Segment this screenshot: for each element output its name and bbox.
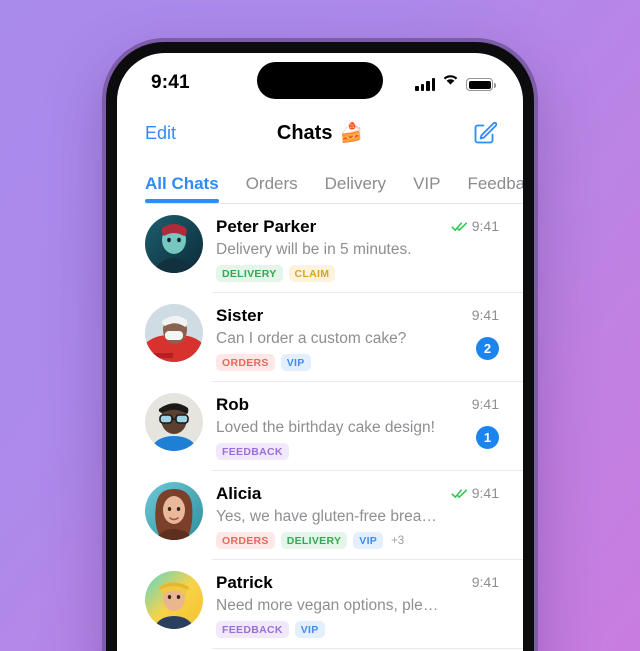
- chat-meta-top: 9:41: [472, 307, 499, 323]
- phone-screen: 9:41 Edit Chats 🍰 All Chats Orders Deliv…: [117, 53, 523, 651]
- read-receipt-icon: [451, 488, 467, 498]
- chat-item-meta: 9:41 1: [447, 393, 499, 449]
- phone-device: 9:41 Edit Chats 🍰 All Chats Orders Deliv…: [102, 38, 538, 651]
- avatar[interactable]: [145, 393, 203, 451]
- chat-item-content: Rob Loved the birthday cake design! FEED…: [216, 393, 439, 460]
- chat-contact-name: Sister: [216, 306, 264, 325]
- page-title: Chats 🍰: [277, 121, 363, 145]
- phone-bezel: 9:41 Edit Chats 🍰 All Chats Orders Deliv…: [106, 42, 534, 651]
- status-bar-icons: [415, 73, 496, 91]
- chat-item-meta: 9:41: [447, 215, 499, 234]
- page-title-label: Chats: [276, 121, 333, 144]
- chat-item-content: Peter Parker Delivery will be in 5 minut…: [216, 215, 439, 282]
- chat-timestamp: 9:41: [471, 574, 499, 590]
- chat-list-item[interactable]: Sister Can I order a custom cake? ORDERS…: [117, 293, 523, 382]
- chat-tag-feedback: FEEDBACK: [216, 443, 289, 460]
- avatar[interactable]: [145, 215, 203, 273]
- read-receipt-icon: [451, 221, 467, 231]
- chat-contact-name: Alicia: [216, 484, 262, 503]
- tab-feedback[interactable]: Feedback: [467, 174, 523, 203]
- chat-list-item[interactable]: Patrick Need more vegan options, please.…: [117, 560, 523, 649]
- chat-tag-overflow: +3: [391, 534, 405, 547]
- wifi-icon: [442, 73, 459, 91]
- tab-orders[interactable]: Orders: [246, 174, 298, 203]
- chat-tag-row: ORDERS DELIVERY VIP +3: [216, 532, 439, 549]
- dynamic-island: [257, 62, 383, 99]
- chat-tag-claim: CLAIM: [288, 265, 336, 282]
- chat-item-content: Sister Can I order a custom cake? ORDERS…: [216, 304, 439, 371]
- navigation-bar: Edit Chats 🍰: [117, 107, 523, 159]
- chat-tag-vip: VIP: [280, 354, 311, 371]
- cellular-signal-icon: [415, 78, 435, 91]
- compose-button[interactable]: [471, 120, 497, 146]
- chat-tag-delivery: DELIVERY: [280, 532, 348, 549]
- chat-timestamp: 9:41: [471, 485, 499, 501]
- chat-message-preview: Loved the birthday cake design!: [216, 419, 435, 436]
- chat-timestamp: 9:41: [471, 307, 499, 323]
- chat-tag-row: FEEDBACK VIP: [216, 621, 439, 638]
- chat-list-item[interactable]: Rob Loved the birthday cake design! FEED…: [117, 382, 523, 471]
- chat-tag-row: ORDERS VIP: [216, 354, 439, 371]
- tab-all-chats[interactable]: All Chats: [145, 174, 219, 203]
- chat-message-preview: Can I order a custom cake?: [216, 330, 407, 347]
- status-bar-time: 9:41: [151, 72, 190, 93]
- status-bar: 9:41: [117, 53, 523, 107]
- chat-tag-vip: VIP: [294, 621, 325, 638]
- chat-item-content: Alicia Yes, we have gluten-free bread av…: [216, 482, 439, 549]
- cake-emoji-icon: 🍰: [339, 123, 364, 144]
- avatar[interactable]: [145, 304, 203, 362]
- chat-message-preview: Yes, we have gluten-free bread available…: [216, 508, 439, 525]
- compose-pencil-icon: [474, 121, 497, 144]
- chat-meta-top: 9:41: [472, 396, 499, 412]
- chat-tag-orders: ORDERS: [216, 354, 275, 371]
- edit-button[interactable]: Edit: [145, 123, 176, 144]
- chat-item-meta: 9:41: [447, 482, 499, 501]
- chat-meta-top: 9:41: [451, 485, 499, 501]
- chat-tag-feedback: FEEDBACK: [216, 621, 289, 638]
- chat-item-content: Patrick Need more vegan options, please.…: [216, 571, 439, 638]
- tab-bar[interactable]: All Chats Orders Delivery VIP Feedback E: [117, 159, 523, 203]
- chat-item-meta: 9:41 2: [447, 304, 499, 360]
- chat-timestamp: 9:41: [471, 218, 499, 234]
- chat-message-preview: Need more vegan options, please.: [216, 597, 439, 614]
- chat-contact-name: Rob: [216, 395, 250, 414]
- chat-tag-delivery: DELIVERY: [216, 265, 283, 282]
- chat-tag-row: FEEDBACK: [216, 443, 439, 460]
- avatar[interactable]: [145, 571, 203, 629]
- chat-item-meta: 9:41: [447, 571, 499, 590]
- unread-count-badge: 1: [476, 426, 499, 449]
- tab-vip[interactable]: VIP: [413, 174, 440, 203]
- chat-tag-vip: VIP: [353, 532, 384, 549]
- avatar[interactable]: [145, 482, 203, 540]
- chat-tag-orders: ORDERS: [216, 532, 275, 549]
- chat-message-preview: Delivery will be in 5 minutes.: [216, 241, 412, 258]
- chat-list[interactable]: Peter Parker Delivery will be in 5 minut…: [117, 204, 523, 651]
- chat-list-item[interactable]: Peter Parker Delivery will be in 5 minut…: [117, 204, 523, 293]
- chat-meta-top: 9:41: [472, 574, 499, 590]
- chat-meta-top: 9:41: [451, 218, 499, 234]
- chat-list-item[interactable]: Alicia Yes, we have gluten-free bread av…: [117, 471, 523, 560]
- battery-full-icon: [466, 78, 496, 91]
- chat-contact-name: Patrick: [216, 573, 273, 592]
- chat-contact-name: Peter Parker: [216, 217, 317, 236]
- chat-tag-row: DELIVERY CLAIM: [216, 265, 439, 282]
- chat-timestamp: 9:41: [471, 396, 499, 412]
- tab-delivery[interactable]: Delivery: [325, 174, 386, 203]
- unread-count-badge: 2: [476, 337, 499, 360]
